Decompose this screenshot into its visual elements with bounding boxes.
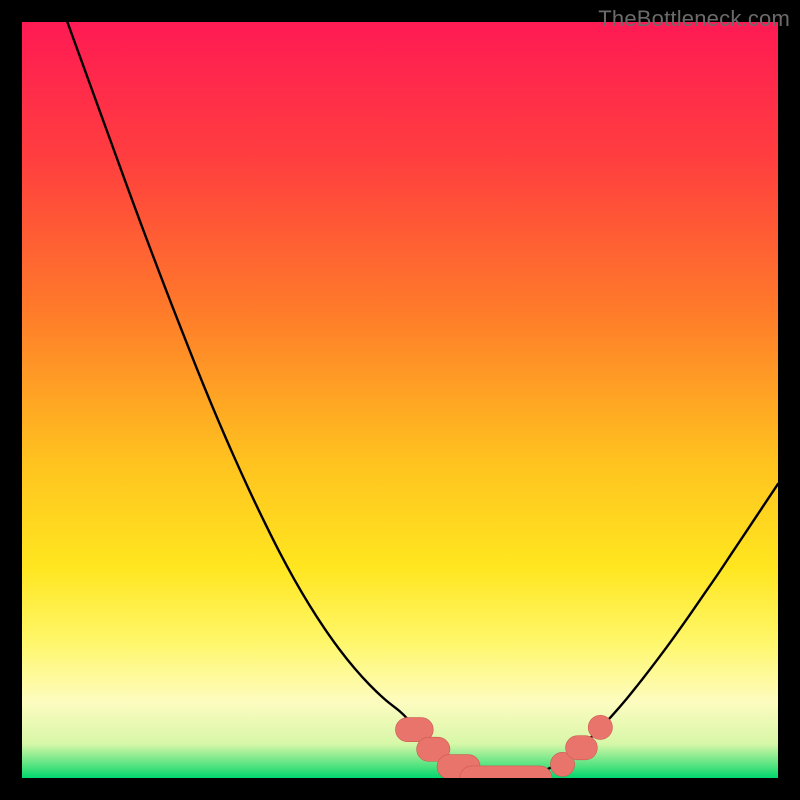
marker-capsule — [566, 736, 598, 760]
attribution-label: TheBottleneck.com — [598, 6, 790, 32]
plot-area — [22, 22, 778, 778]
gradient-background — [22, 22, 778, 778]
chart-frame: TheBottleneck.com — [0, 0, 800, 800]
marker-dot — [588, 715, 612, 739]
bottleneck-curve-chart — [22, 22, 778, 778]
marker-capsule — [460, 766, 552, 778]
